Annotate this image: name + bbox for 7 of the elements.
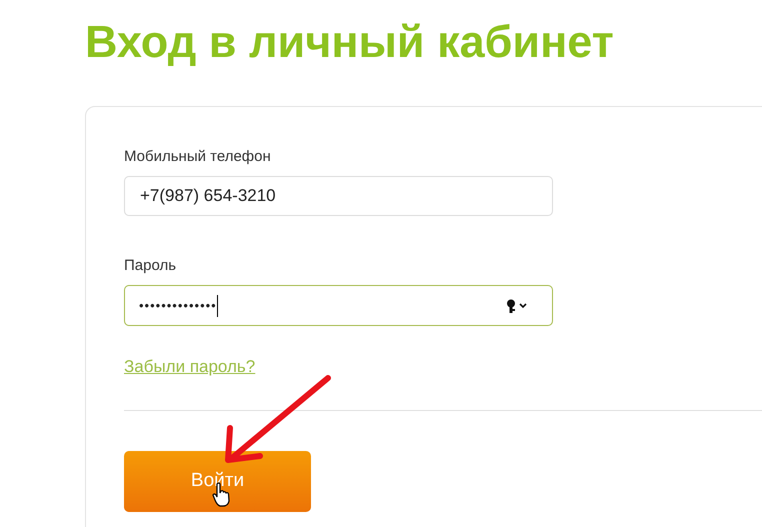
field-label: Мобильный телефон xyxy=(124,147,271,167)
text-cursor xyxy=(216,294,218,316)
password-field[interactable]: •••••••••••••• xyxy=(124,285,553,326)
field-label: Пароль xyxy=(124,256,176,276)
page-title: Вход в личный кабинет xyxy=(85,15,614,69)
phone-field[interactable]: +7(987) 654-3210 xyxy=(124,176,553,216)
password-value: •••••••••••••• xyxy=(139,296,217,315)
